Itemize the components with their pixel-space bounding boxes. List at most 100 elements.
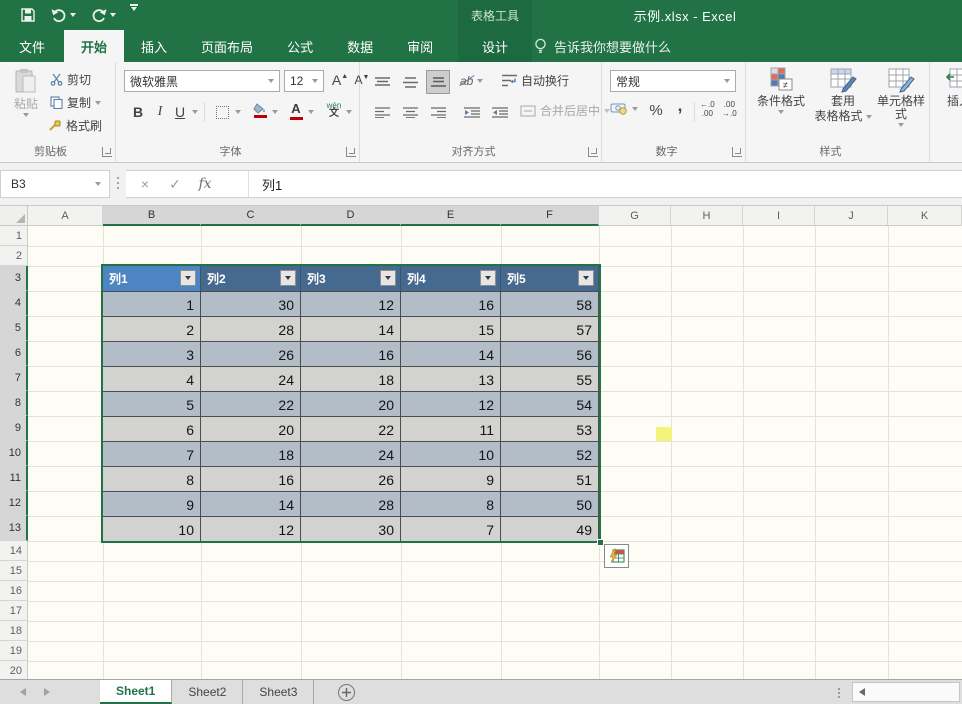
column-header-F[interactable]: F: [501, 206, 599, 226]
column-header-B[interactable]: B: [103, 206, 201, 226]
fill-handle[interactable]: [597, 539, 604, 546]
bold-button[interactable]: B: [126, 100, 150, 124]
row-header-3[interactable]: 3: [0, 266, 28, 291]
filter-dropdown-button[interactable]: [280, 270, 296, 286]
name-box-caret[interactable]: [95, 182, 101, 186]
column-header-C[interactable]: C: [201, 206, 301, 226]
increase-indent-button[interactable]: [488, 100, 512, 124]
table-cell[interactable]: 57: [501, 316, 599, 341]
comma-style-button[interactable]: ,: [668, 94, 692, 118]
table-cell[interactable]: 30: [201, 291, 301, 316]
row-header-10[interactable]: 10: [0, 441, 28, 466]
table-cell[interactable]: 6: [103, 416, 201, 441]
row-header-12[interactable]: 12: [0, 491, 28, 516]
next-sheet-arrow-icon[interactable]: [44, 688, 50, 696]
tab-插入[interactable]: 插入: [124, 30, 184, 62]
table-cell[interactable]: 2: [103, 316, 201, 341]
table-cell[interactable]: 10: [103, 516, 201, 541]
percent-style-button[interactable]: %: [644, 98, 668, 122]
table-cell[interactable]: 22: [301, 416, 401, 441]
select-all-button[interactable]: [0, 206, 28, 226]
format-painter-button[interactable]: 格式刷: [48, 117, 102, 134]
cancel-button[interactable]: ×: [132, 170, 158, 198]
column-header-H[interactable]: H: [671, 206, 743, 226]
underline-caret[interactable]: [192, 110, 198, 114]
table-cell[interactable]: 7: [103, 441, 201, 466]
tab-审阅[interactable]: 审阅: [390, 30, 450, 62]
table-cell[interactable]: 16: [401, 291, 501, 316]
tab-数据[interactable]: 数据: [330, 30, 390, 62]
tab-design[interactable]: 设计: [482, 37, 508, 56]
increase-decimal-button[interactable]: ←.0 .00: [700, 100, 715, 118]
alignment-dialog-launcher[interactable]: [588, 147, 598, 157]
table-cell[interactable]: 5: [103, 391, 201, 416]
cut-button[interactable]: 剪切: [50, 71, 91, 88]
align-center-button[interactable]: [398, 100, 422, 124]
table-cell[interactable]: 50: [501, 491, 599, 516]
font-color-caret[interactable]: [308, 110, 314, 114]
table-cell[interactable]: 55: [501, 366, 599, 391]
orientation-button[interactable]: ab: [460, 74, 483, 88]
table-cell[interactable]: 12: [401, 391, 501, 416]
new-sheet-button[interactable]: [338, 684, 355, 701]
row-header-5[interactable]: 5: [0, 316, 28, 341]
number-format-select[interactable]: 常规: [610, 70, 736, 92]
table-cell[interactable]: 56: [501, 341, 599, 366]
format-as-table-button[interactable]: 套用 表格格式: [812, 67, 874, 123]
borders-button[interactable]: [210, 100, 234, 124]
filter-dropdown-button[interactable]: [480, 270, 496, 286]
table-cell[interactable]: 4: [103, 366, 201, 391]
scroll-left-arrow-icon[interactable]: [853, 683, 871, 701]
align-left-button[interactable]: [370, 100, 394, 124]
copy-button[interactable]: 复制: [50, 94, 101, 111]
row-header-16[interactable]: 16: [0, 581, 28, 601]
number-dialog-launcher[interactable]: [732, 147, 742, 157]
table-cell[interactable]: 9: [401, 466, 501, 491]
table-cell[interactable]: 20: [201, 416, 301, 441]
tell-me-box[interactable]: 告诉我你想要做什么: [534, 30, 671, 62]
name-box[interactable]: B3: [0, 170, 110, 198]
decrease-indent-button[interactable]: [460, 100, 484, 124]
undo-dropdown-caret[interactable]: [70, 13, 76, 17]
align-bottom-button[interactable]: [426, 70, 450, 94]
row-header-19[interactable]: 19: [0, 641, 28, 661]
table-cell[interactable]: 10: [401, 441, 501, 466]
table-cell[interactable]: 3: [103, 341, 201, 366]
row-header-7[interactable]: 7: [0, 366, 28, 391]
fill-color-button[interactable]: [248, 98, 272, 122]
align-top-button[interactable]: [370, 70, 394, 94]
row-header-1[interactable]: 1: [0, 226, 28, 246]
phonetic-caret[interactable]: [346, 110, 352, 114]
save-button[interactable]: [18, 4, 38, 26]
row-header-13[interactable]: 13: [0, 516, 28, 541]
table-cell[interactable]: 14: [401, 341, 501, 366]
underline-button[interactable]: U: [170, 100, 190, 124]
row-header-4[interactable]: 4: [0, 291, 28, 316]
table-cell[interactable]: 16: [301, 341, 401, 366]
font-color-button[interactable]: A: [284, 98, 308, 122]
horizontal-scrollbar[interactable]: [852, 682, 960, 702]
italic-button[interactable]: I: [148, 100, 172, 124]
column-header-E[interactable]: E: [401, 206, 501, 226]
table-cell[interactable]: 14: [201, 491, 301, 516]
font-size-select[interactable]: 12: [284, 70, 324, 92]
table-cell[interactable]: 9: [103, 491, 201, 516]
column-header-A[interactable]: A: [28, 206, 103, 226]
table-cell[interactable]: 53: [501, 416, 599, 441]
tab-文件[interactable]: 文件: [0, 30, 64, 62]
redo-button[interactable]: [88, 4, 118, 26]
table-cell[interactable]: 14: [301, 316, 401, 341]
table-cell[interactable]: 15: [401, 316, 501, 341]
table-cell[interactable]: 30: [301, 516, 401, 541]
filter-dropdown-button[interactable]: [380, 270, 396, 286]
font-dialog-launcher[interactable]: [346, 147, 356, 157]
table-header-cell-列3[interactable]: 列3: [301, 266, 401, 291]
borders-caret[interactable]: [235, 110, 241, 114]
grow-font-button[interactable]: A▲: [328, 68, 352, 92]
sheet-tab-Sheet1[interactable]: Sheet1: [100, 680, 172, 704]
table-cell[interactable]: 8: [401, 491, 501, 516]
quick-analysis-button[interactable]: [604, 544, 629, 568]
merge-center-button[interactable]: 合并后居中: [520, 102, 610, 119]
table-cell[interactable]: 49: [501, 516, 599, 541]
table-cell[interactable]: 54: [501, 391, 599, 416]
